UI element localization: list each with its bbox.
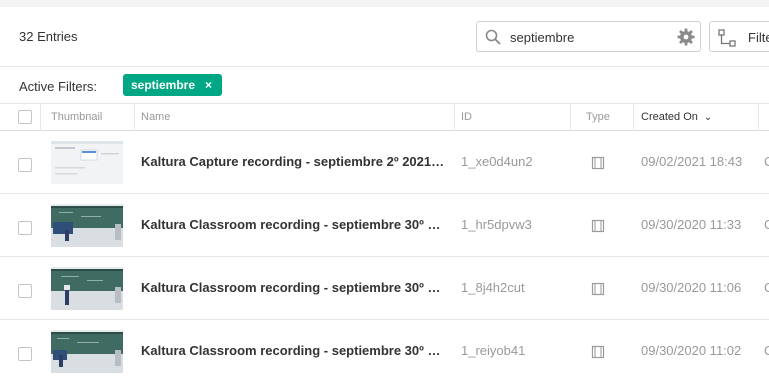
thumbnail-classroom[interactable] bbox=[51, 267, 123, 310]
search-input[interactable] bbox=[510, 27, 670, 47]
entries-panel: 32 Entries septiembre Filte Active Filte… bbox=[0, 7, 769, 379]
active-filters-label: Active Filters: bbox=[19, 79, 98, 94]
filters-label: Filters bbox=[748, 30, 769, 45]
chevron-down-icon: ⌄ bbox=[703, 112, 713, 123]
table-row[interactable]: Kaltura Classroom recording - septiembre… bbox=[0, 257, 769, 320]
entry-id: 1_xe0d4un2 bbox=[461, 154, 533, 169]
table-header: Thumbnail Name ID Type Created On ⌄ bbox=[0, 104, 769, 131]
gear-icon[interactable] bbox=[677, 28, 695, 46]
column-header-id[interactable]: ID bbox=[461, 104, 472, 131]
column-header-created-on-label: Created On bbox=[641, 111, 698, 123]
table-row[interactable]: Kaltura Capture recording - septiembre 2… bbox=[0, 131, 769, 194]
column-header-name[interactable]: Name bbox=[141, 104, 170, 131]
column-divider bbox=[570, 104, 571, 131]
entry-extra-column: C bbox=[764, 343, 769, 358]
entry-extra-column: C bbox=[764, 154, 769, 169]
filter-tag-label: septiembre bbox=[131, 78, 196, 92]
entry-name[interactable]: Kaltura Capture recording - septiembre 2… bbox=[141, 154, 447, 169]
entry-id: 1_hr5dpvw3 bbox=[461, 217, 532, 232]
row-checkbox[interactable] bbox=[18, 221, 32, 235]
video-icon bbox=[591, 219, 605, 233]
column-divider bbox=[633, 104, 634, 131]
entry-created-on: 09/30/2020 11:06 bbox=[641, 280, 742, 295]
entry-name[interactable]: Kaltura Classroom recording - septiembre… bbox=[141, 343, 447, 358]
search-box[interactable] bbox=[476, 21, 701, 52]
entry-id: 1_reiyob41 bbox=[461, 343, 526, 358]
thumbnail-screen-capture[interactable] bbox=[51, 141, 123, 184]
entries-count: 32 Entries bbox=[19, 29, 78, 44]
entry-extra-column: C bbox=[764, 217, 769, 232]
row-checkbox[interactable] bbox=[18, 158, 32, 172]
entry-id: 1_8j4h2cut bbox=[461, 280, 525, 295]
row-checkbox[interactable] bbox=[18, 284, 32, 298]
column-divider bbox=[134, 104, 135, 131]
entry-created-on: 09/30/2020 11:33 bbox=[641, 217, 742, 232]
thumbnail-classroom[interactable] bbox=[51, 204, 123, 247]
table-row[interactable]: Kaltura Classroom recording - septiembre… bbox=[0, 320, 769, 379]
entry-name[interactable]: Kaltura Classroom recording - septiembre… bbox=[141, 280, 447, 295]
column-header-thumbnail[interactable]: Thumbnail bbox=[51, 104, 102, 131]
column-header-type[interactable]: Type bbox=[586, 104, 610, 131]
close-icon[interactable]: × bbox=[205, 78, 212, 92]
column-divider bbox=[454, 104, 455, 131]
entry-created-on: 09/30/2020 11:02 bbox=[641, 343, 742, 358]
column-divider bbox=[40, 104, 41, 131]
search-icon bbox=[485, 29, 501, 45]
column-header-created-on[interactable]: Created On ⌄ bbox=[641, 104, 712, 131]
filters-button[interactable]: Filters bbox=[709, 21, 769, 52]
toolbar: 32 Entries septiembre Filte bbox=[0, 7, 769, 67]
video-icon bbox=[591, 156, 605, 170]
filter-icon bbox=[718, 29, 736, 47]
table-row[interactable]: Kaltura Classroom recording - septiembre… bbox=[0, 194, 769, 257]
filter-tag[interactable]: septiembre × bbox=[123, 74, 222, 96]
video-icon bbox=[591, 282, 605, 296]
thumbnail-classroom[interactable] bbox=[51, 330, 123, 373]
entry-extra-column: C bbox=[764, 280, 769, 295]
active-filters-bar: Active Filters: septiembre × bbox=[0, 67, 769, 104]
column-divider bbox=[758, 104, 759, 131]
entry-name[interactable]: Kaltura Classroom recording - septiembre… bbox=[141, 217, 447, 232]
select-all-checkbox[interactable] bbox=[18, 110, 32, 124]
row-checkbox[interactable] bbox=[18, 347, 32, 361]
video-icon bbox=[591, 345, 605, 359]
entry-created-on: 09/02/2021 18:43 bbox=[641, 154, 743, 169]
